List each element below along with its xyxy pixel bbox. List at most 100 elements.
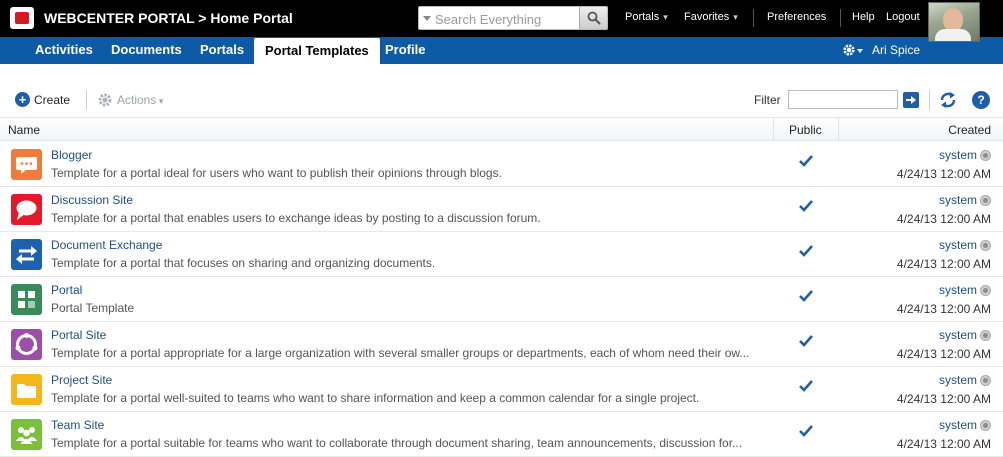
template-name-link[interactable]: Project Site [51,373,112,387]
tab-profile[interactable]: Profile [385,37,425,64]
tab-portal-templates[interactable]: Portal Templates [254,38,380,64]
column-divider [773,118,774,141]
template-description: Template for a portal suitable for teams… [51,436,743,450]
divider [929,90,930,110]
template-name-link[interactable]: Portal Site [51,328,106,342]
public-check-icon [799,380,813,395]
created-date: 4/24/13 12:00 AM [896,212,991,226]
table-row[interactable]: Team Site Template for a portal suitable … [0,412,1003,457]
table-row[interactable]: Portal Site Template for a portal appropr… [0,322,1003,367]
presence-status-icon[interactable] [980,240,991,251]
table-row[interactable]: Blogger Template for a portal ideal for u… [0,142,1003,187]
template-description: Template for a portal that focuses on sh… [51,256,436,270]
created-by-link[interactable]: system [939,238,977,252]
tab-activities[interactable]: Activities [35,37,93,64]
table-row[interactable]: Discussion Site Template for a portal tha… [0,187,1003,232]
template-description: Template for a portal appropriate for a … [51,346,750,360]
column-header-name[interactable]: Name [8,123,40,137]
created-by-link[interactable]: system [939,148,977,162]
ring-icon [15,333,38,355]
preferences-link[interactable]: Preferences [767,11,826,23]
table-row[interactable]: Portal Portal Template system 4/24/13 12:00… [0,277,1003,322]
created-date: 4/24/13 12:00 AM [896,392,991,406]
template-icon[interactable] [11,194,42,225]
gear-menu-button[interactable] [842,42,864,58]
template-icon[interactable] [11,374,42,405]
public-check-icon [799,200,813,215]
search-input[interactable] [435,10,575,28]
webcenter-logo-icon[interactable] [10,7,34,29]
search-scope-dropdown-icon[interactable] [423,16,431,21]
gear-icon [843,44,863,56]
search-icon [587,11,601,25]
template-icon[interactable] [11,149,42,180]
presence-status-icon[interactable] [980,420,991,431]
created-date: 4/24/13 12:00 AM [896,302,991,316]
presence-status-icon[interactable] [980,330,991,341]
divider [86,90,87,110]
search-box [418,6,608,30]
template-icon[interactable] [11,419,42,450]
refresh-button[interactable] [939,91,957,112]
page-title: WEBCENTER PORTAL > Home Portal [44,10,293,26]
search-button[interactable] [579,7,607,29]
main-nav: Activities Documents Portals Portal Temp… [0,37,1003,64]
help-icon[interactable]: ? [972,91,990,109]
template-icon[interactable] [11,284,42,315]
divider [840,9,841,27]
refresh-icon [940,92,956,108]
template-description: Template for a portal well-suited to tea… [51,391,700,405]
speech-bubble-icon [16,200,37,220]
template-description: Template for a portal ideal for users wh… [51,166,502,180]
filter-label: Filter [754,93,781,107]
template-description: Template for a portal that enables users… [51,211,541,225]
public-check-icon [799,155,813,170]
grid-squares-icon [18,291,35,308]
avatar-shirt [935,29,971,41]
exchange-arrows-icon [16,246,37,264]
template-name-link[interactable]: Document Exchange [51,238,162,252]
gear-icon [98,93,112,107]
template-name-link[interactable]: Discussion Site [51,193,133,207]
created-by-link[interactable]: system [939,373,977,387]
table-row[interactable]: Project Site Template for a portal well-s… [0,367,1003,412]
created-date: 4/24/13 12:00 AM [896,257,991,271]
avatar[interactable] [928,2,980,42]
help-link[interactable]: Help [852,11,875,23]
created-by-link[interactable]: system [939,328,977,342]
tab-documents[interactable]: Documents [111,37,182,64]
presence-status-icon[interactable] [980,375,991,386]
filter-go-button[interactable] [903,92,919,108]
presence-status-icon[interactable] [980,195,991,206]
public-check-icon [799,290,813,305]
template-name-link[interactable]: Blogger [51,148,92,162]
tab-portals[interactable]: Portals [200,37,244,64]
column-header-created[interactable]: Created [948,123,991,137]
created-by-link[interactable]: system [939,193,977,207]
table-row[interactable]: Document Exchange Template for a portal t… [0,232,1003,277]
template-icon[interactable] [11,239,42,270]
user-name[interactable]: Ari Spice [872,43,920,57]
presence-status-icon[interactable] [980,285,991,296]
favorites-menu[interactable]: Favorites [684,11,738,23]
column-header-public[interactable]: Public [789,123,822,137]
created-date: 4/24/13 12:00 AM [896,347,991,361]
created-by-link[interactable]: system [939,418,977,432]
public-check-icon [799,425,813,440]
template-name-link[interactable]: Team Site [51,418,104,432]
template-name-link[interactable]: Portal [51,283,82,297]
template-description: Portal Template [51,301,135,315]
table-header: Name Public Created [0,117,1003,141]
presence-status-icon[interactable] [980,150,991,161]
top-header: WEBCENTER PORTAL > Home Portal Portals F… [0,0,1003,37]
folder-icon [17,384,36,398]
logout-link[interactable]: Logout [886,11,920,23]
created-date: 4/24/13 12:00 AM [896,437,991,451]
created-by-link[interactable]: system [939,283,977,297]
create-label: Create [34,93,71,107]
portals-menu[interactable]: Portals [625,11,668,23]
template-icon[interactable] [11,329,42,360]
actions-label: Actions [117,93,163,107]
filter-input[interactable] [788,90,898,109]
column-divider [838,118,839,141]
